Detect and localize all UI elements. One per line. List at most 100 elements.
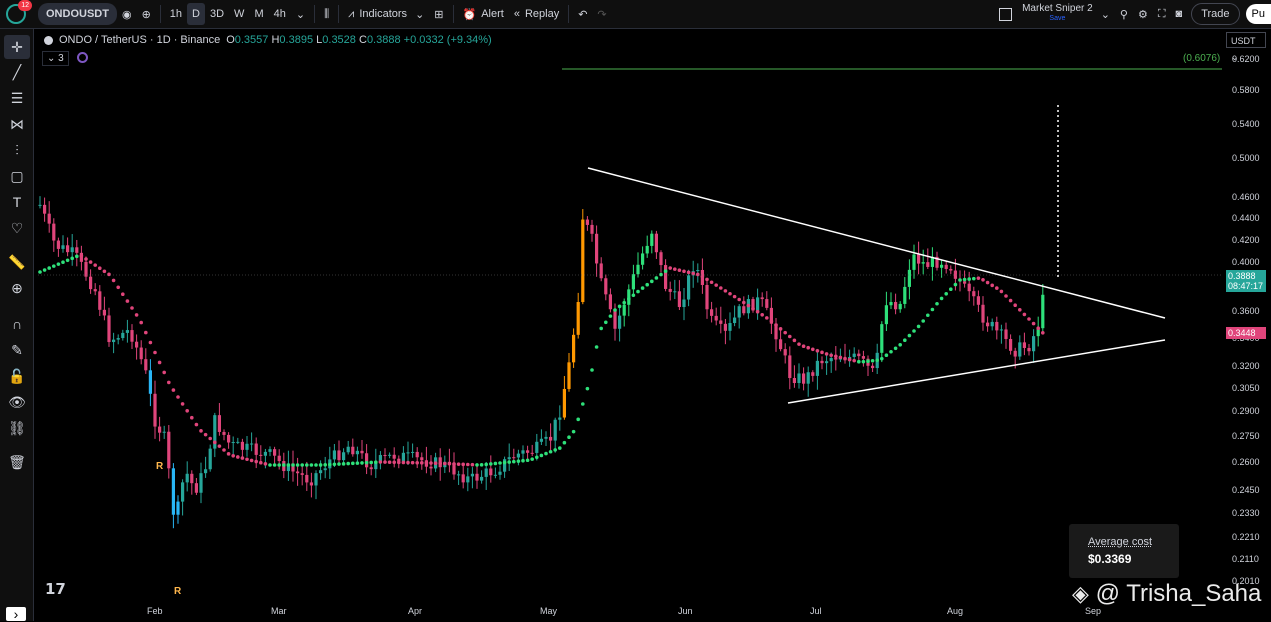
- trend-dot: [756, 310, 760, 314]
- legend-collapse-button[interactable]: ⌄ 3: [42, 51, 69, 66]
- pair-title[interactable]: ONDO / TetherUS · 1D · Binance: [59, 34, 220, 46]
- watermark: ◈ @ Trisha_Saha: [1072, 580, 1261, 608]
- tradingview-logo[interactable]: 𝟭𝟳: [45, 580, 66, 598]
- trend-dot: [682, 269, 686, 273]
- candle-body: [195, 483, 198, 493]
- trend-dot: [434, 461, 438, 465]
- trend-dot: [291, 463, 295, 467]
- candle-body: [526, 450, 529, 452]
- candle-body: [57, 241, 60, 249]
- trend-dot: [402, 461, 406, 465]
- trend-dot: [190, 416, 194, 420]
- trend-dot: [273, 463, 277, 467]
- average-cost-panel: Average cost $0.3369: [1069, 524, 1179, 578]
- trend-dot: [158, 361, 162, 365]
- candle-body: [489, 469, 492, 476]
- candle-body: [172, 468, 175, 514]
- trend-dot: [848, 358, 852, 362]
- indicator-icon[interactable]: [77, 52, 88, 63]
- candle-body: [728, 323, 731, 331]
- trend-dot: [305, 463, 309, 467]
- trend-dot: [181, 402, 185, 406]
- price-tick: 0.2900: [1232, 406, 1260, 416]
- trend-dot: [277, 463, 281, 467]
- indicator-price-box: 0.3448: [1226, 327, 1266, 339]
- candle-body: [696, 270, 699, 271]
- trend-dot: [241, 456, 245, 460]
- trend-dot: [880, 357, 884, 361]
- candle-body: [954, 271, 957, 279]
- trend-dot: [852, 359, 856, 363]
- candle-body: [682, 300, 685, 307]
- trend-dot: [494, 462, 498, 466]
- trend-dot: [530, 457, 534, 461]
- trend-dot: [747, 304, 751, 308]
- candle-body: [802, 373, 805, 383]
- trend-dot: [346, 462, 350, 466]
- trend-dot: [70, 257, 74, 261]
- currency-selector[interactable]: USDT ⌄: [1226, 32, 1266, 48]
- trend-dot: [839, 356, 843, 360]
- candle-body: [715, 316, 718, 321]
- trend-dot: [650, 280, 654, 284]
- candle-body: [204, 469, 207, 473]
- trend-dot: [857, 360, 861, 364]
- trend-dot: [954, 283, 958, 287]
- trend-dot: [259, 461, 263, 465]
- trend-dot: [843, 357, 847, 361]
- candle-body: [1000, 329, 1003, 330]
- candle-body: [227, 435, 230, 443]
- trend-dot: [89, 260, 93, 264]
- candle-body: [641, 253, 644, 264]
- trend-dot: [112, 279, 116, 283]
- candle-body: [917, 255, 920, 264]
- trend-dot: [728, 292, 732, 296]
- trend-dot: [84, 257, 88, 261]
- trend-dot: [351, 462, 355, 466]
- trend-dot: [222, 448, 226, 452]
- trend-dot: [356, 461, 360, 465]
- candle-body: [149, 370, 152, 393]
- trend-dot: [645, 283, 649, 287]
- trend-dot: [599, 327, 603, 331]
- candle-body: [922, 262, 925, 263]
- candle-body: [636, 265, 639, 274]
- candle-body: [590, 225, 593, 234]
- trend-dot: [917, 325, 921, 329]
- trend-dot: [245, 457, 249, 461]
- candle-body: [627, 289, 630, 304]
- trend-dot: [641, 286, 645, 290]
- price-tick: 0.2600: [1232, 457, 1260, 467]
- candle-body: [209, 449, 212, 470]
- trend-dot: [1041, 331, 1045, 335]
- trend-dot: [733, 295, 737, 299]
- candle-body: [278, 456, 281, 461]
- trend-dot: [797, 342, 801, 346]
- trend-dot: [149, 341, 153, 345]
- price-tick: 0.3600: [1232, 306, 1260, 316]
- trend-dot: [471, 463, 475, 467]
- trend-dot: [52, 264, 56, 268]
- candle-body: [632, 274, 635, 289]
- candle-body: [885, 305, 888, 324]
- trend-dot: [811, 347, 815, 351]
- price-tick: 0.2110: [1232, 554, 1259, 564]
- trend-dot: [783, 331, 787, 335]
- candle-body: [595, 234, 598, 264]
- trend-dot: [908, 334, 912, 338]
- trend-dot: [199, 429, 203, 433]
- trend-dot: [461, 463, 465, 467]
- trend-dot: [958, 278, 962, 282]
- candle-body: [1004, 329, 1007, 339]
- trend-dot: [622, 301, 626, 305]
- candle-body: [853, 354, 856, 357]
- candle-body: [650, 234, 653, 246]
- candle-body: [986, 323, 989, 327]
- candle-body: [623, 305, 626, 316]
- trend-dot: [195, 423, 199, 427]
- price-tick: 0.5400: [1232, 119, 1260, 129]
- trend-dot: [1013, 303, 1017, 307]
- candle-body: [71, 247, 74, 252]
- trend-dot: [98, 266, 102, 270]
- trend-dot: [802, 344, 806, 348]
